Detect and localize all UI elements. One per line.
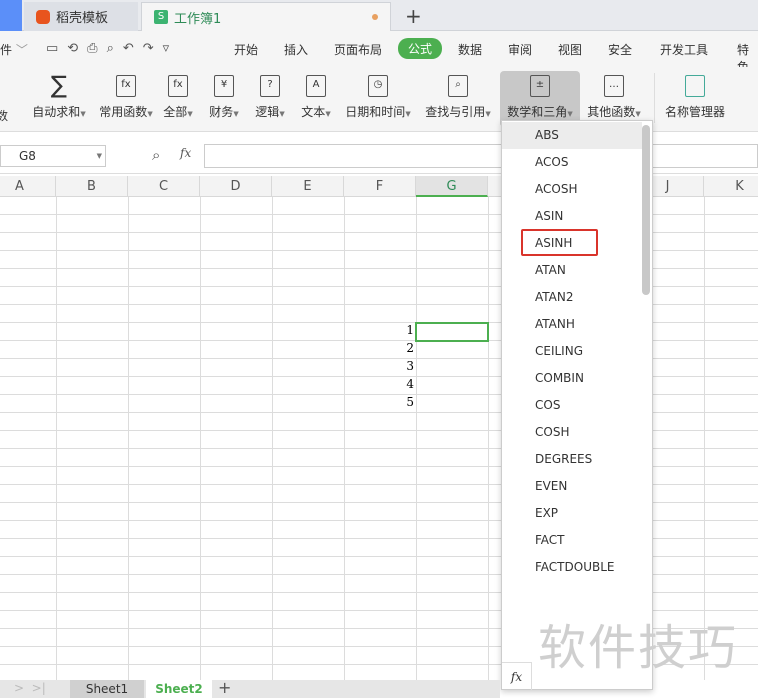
logic-button[interactable]: ? 逻辑▼	[250, 71, 290, 127]
plus-minus-book-icon: ±	[530, 75, 550, 97]
all-functions-button[interactable]: fx 全部▼	[160, 71, 196, 127]
unsaved-dot-icon	[372, 14, 378, 20]
selected-cell[interactable]	[415, 322, 489, 342]
name-box[interactable]: G8 ▼	[0, 145, 106, 167]
tab-daoke[interactable]: 稻壳模板	[24, 2, 138, 31]
daoke-icon	[36, 9, 50, 24]
clock-book-icon: ◷	[368, 75, 388, 97]
quick-access-toolbar[interactable]: ▭⟲⎙⌕↶↷▿	[46, 41, 178, 56]
home-button[interactable]	[0, 0, 22, 31]
tab-bar: 稻壳模板 S 工作簿1 +	[0, 0, 758, 31]
menu-page-layout[interactable]: 页面布局	[334, 41, 382, 58]
function-item-cos[interactable]: COS	[502, 392, 642, 419]
math-functions-dropdown: ABS ACOS ACOSH ASIN ASINH ATAN ATAN2 ATANH CEILI…	[501, 120, 653, 690]
question-book-icon: ?	[260, 75, 280, 97]
a-book-icon: A	[306, 75, 326, 97]
highlight-box	[521, 229, 598, 256]
cell-value[interactable]: 5	[0, 395, 414, 409]
name-manager-icon	[685, 75, 705, 97]
column-header-K[interactable]: K	[704, 176, 758, 197]
scrollbar-thumb[interactable]	[642, 125, 650, 295]
sheet-tabs-bar: > >| Sheet1 Sheet2 +	[0, 678, 500, 698]
text-button[interactable]: A 文本▼	[296, 71, 336, 127]
sheet-tab-sheet2[interactable]: Sheet2	[146, 680, 212, 698]
dots-book-icon: …	[604, 75, 624, 97]
file-menu[interactable]: 件 ﹀	[0, 41, 28, 58]
menu-insert[interactable]: 插入	[284, 41, 308, 58]
menu-developer[interactable]: 开发工具	[660, 41, 708, 58]
function-item-acos[interactable]: ACOS	[502, 149, 642, 176]
menu-start[interactable]: 开始	[234, 41, 258, 58]
function-item-cosh[interactable]: COSH	[502, 419, 642, 446]
yen-book-icon: ¥	[214, 75, 234, 97]
function-item-acosh[interactable]: ACOSH	[502, 176, 642, 203]
divider	[654, 73, 655, 123]
common-functions-button[interactable]: fx 常用函数▼	[94, 71, 158, 127]
cell-value[interactable]: 1	[0, 323, 414, 337]
name-manager-button[interactable]: 名称管理器	[662, 71, 728, 127]
function-item-asin[interactable]: ASIN	[502, 203, 642, 230]
tab-label: 稻壳模板	[56, 11, 109, 26]
menu-review[interactable]: 审阅	[508, 41, 532, 58]
tab-workbook[interactable]: S 工作簿1	[141, 2, 391, 31]
column-header-B[interactable]: B	[56, 176, 128, 197]
math-trig-button[interactable]: ± 数学和三角▼	[500, 71, 580, 127]
function-item-even[interactable]: EVEN	[502, 473, 642, 500]
function-item-degrees[interactable]: DEGREES	[502, 446, 642, 473]
fx-button[interactable]: fx	[180, 146, 191, 160]
column-header-E[interactable]: E	[272, 176, 344, 197]
autosum-button[interactable]: ∑ 自动求和▼	[24, 71, 94, 127]
column-header-D[interactable]: D	[200, 176, 272, 197]
function-item-exp[interactable]: EXP	[502, 500, 642, 527]
watermark: 软件技巧	[538, 620, 739, 676]
finance-button[interactable]: ¥ 财务▼	[204, 71, 244, 127]
function-item-atan2[interactable]: ATAN2	[502, 284, 642, 311]
formula-input[interactable]	[204, 144, 758, 168]
function-item-combin[interactable]: COMBIN	[502, 365, 642, 392]
column-header-C[interactable]: C	[128, 176, 200, 197]
lookup-button[interactable]: ⌕ 查找与引用▼	[422, 71, 494, 127]
menu-bar: 件 ﹀ ▭⟲⎙⌕↶↷▿ 开始 插入 页面布局 公式 数据 审阅 视图 安全 开发…	[0, 31, 758, 74]
sigma-icon: ∑	[50, 71, 68, 99]
column-header-F[interactable]: F	[344, 176, 416, 197]
function-item-atanh[interactable]: ATANH	[502, 311, 642, 338]
fx-star-icon: fx	[116, 75, 136, 97]
tab-label: 工作簿1	[174, 11, 222, 27]
menu-view[interactable]: 视图	[558, 41, 582, 58]
function-item-abs[interactable]: ABS	[502, 122, 642, 149]
new-tab-button[interactable]: +	[405, 4, 422, 28]
insert-function-footer[interactable]: fx	[502, 662, 532, 690]
sheet-nav-icon[interactable]: > >|	[14, 681, 46, 695]
zoom-icon[interactable]: ⌕	[152, 146, 160, 164]
cell-value[interactable]: 3	[0, 359, 414, 373]
search-book-icon: ⌕	[448, 75, 468, 97]
function-item-atan[interactable]: ATAN	[502, 257, 642, 284]
cell-value[interactable]: 2	[0, 341, 414, 355]
cell-value[interactable]: 4	[0, 377, 414, 391]
menu-security[interactable]: 安全	[608, 41, 632, 58]
function-item-factdouble[interactable]: FACTDOUBLE	[502, 554, 642, 581]
function-item-fact[interactable]: FACT	[502, 527, 642, 554]
menu-formula[interactable]: 公式	[398, 38, 443, 59]
add-sheet-button[interactable]: +	[218, 678, 231, 697]
function-item-ceiling[interactable]: CEILING	[502, 338, 642, 365]
spreadsheet-icon: S	[154, 10, 168, 24]
datetime-button[interactable]: ◷ 日期和时间▼	[342, 71, 414, 127]
other-functions-button[interactable]: … 其他函数▼	[584, 71, 644, 127]
fx-icon: fx	[168, 75, 188, 97]
column-header-G[interactable]: G	[416, 176, 488, 197]
menu-data[interactable]: 数据	[458, 41, 482, 58]
column-header-A[interactable]: A	[0, 176, 56, 197]
sheet-tab-sheet1[interactable]: Sheet1	[70, 680, 144, 698]
